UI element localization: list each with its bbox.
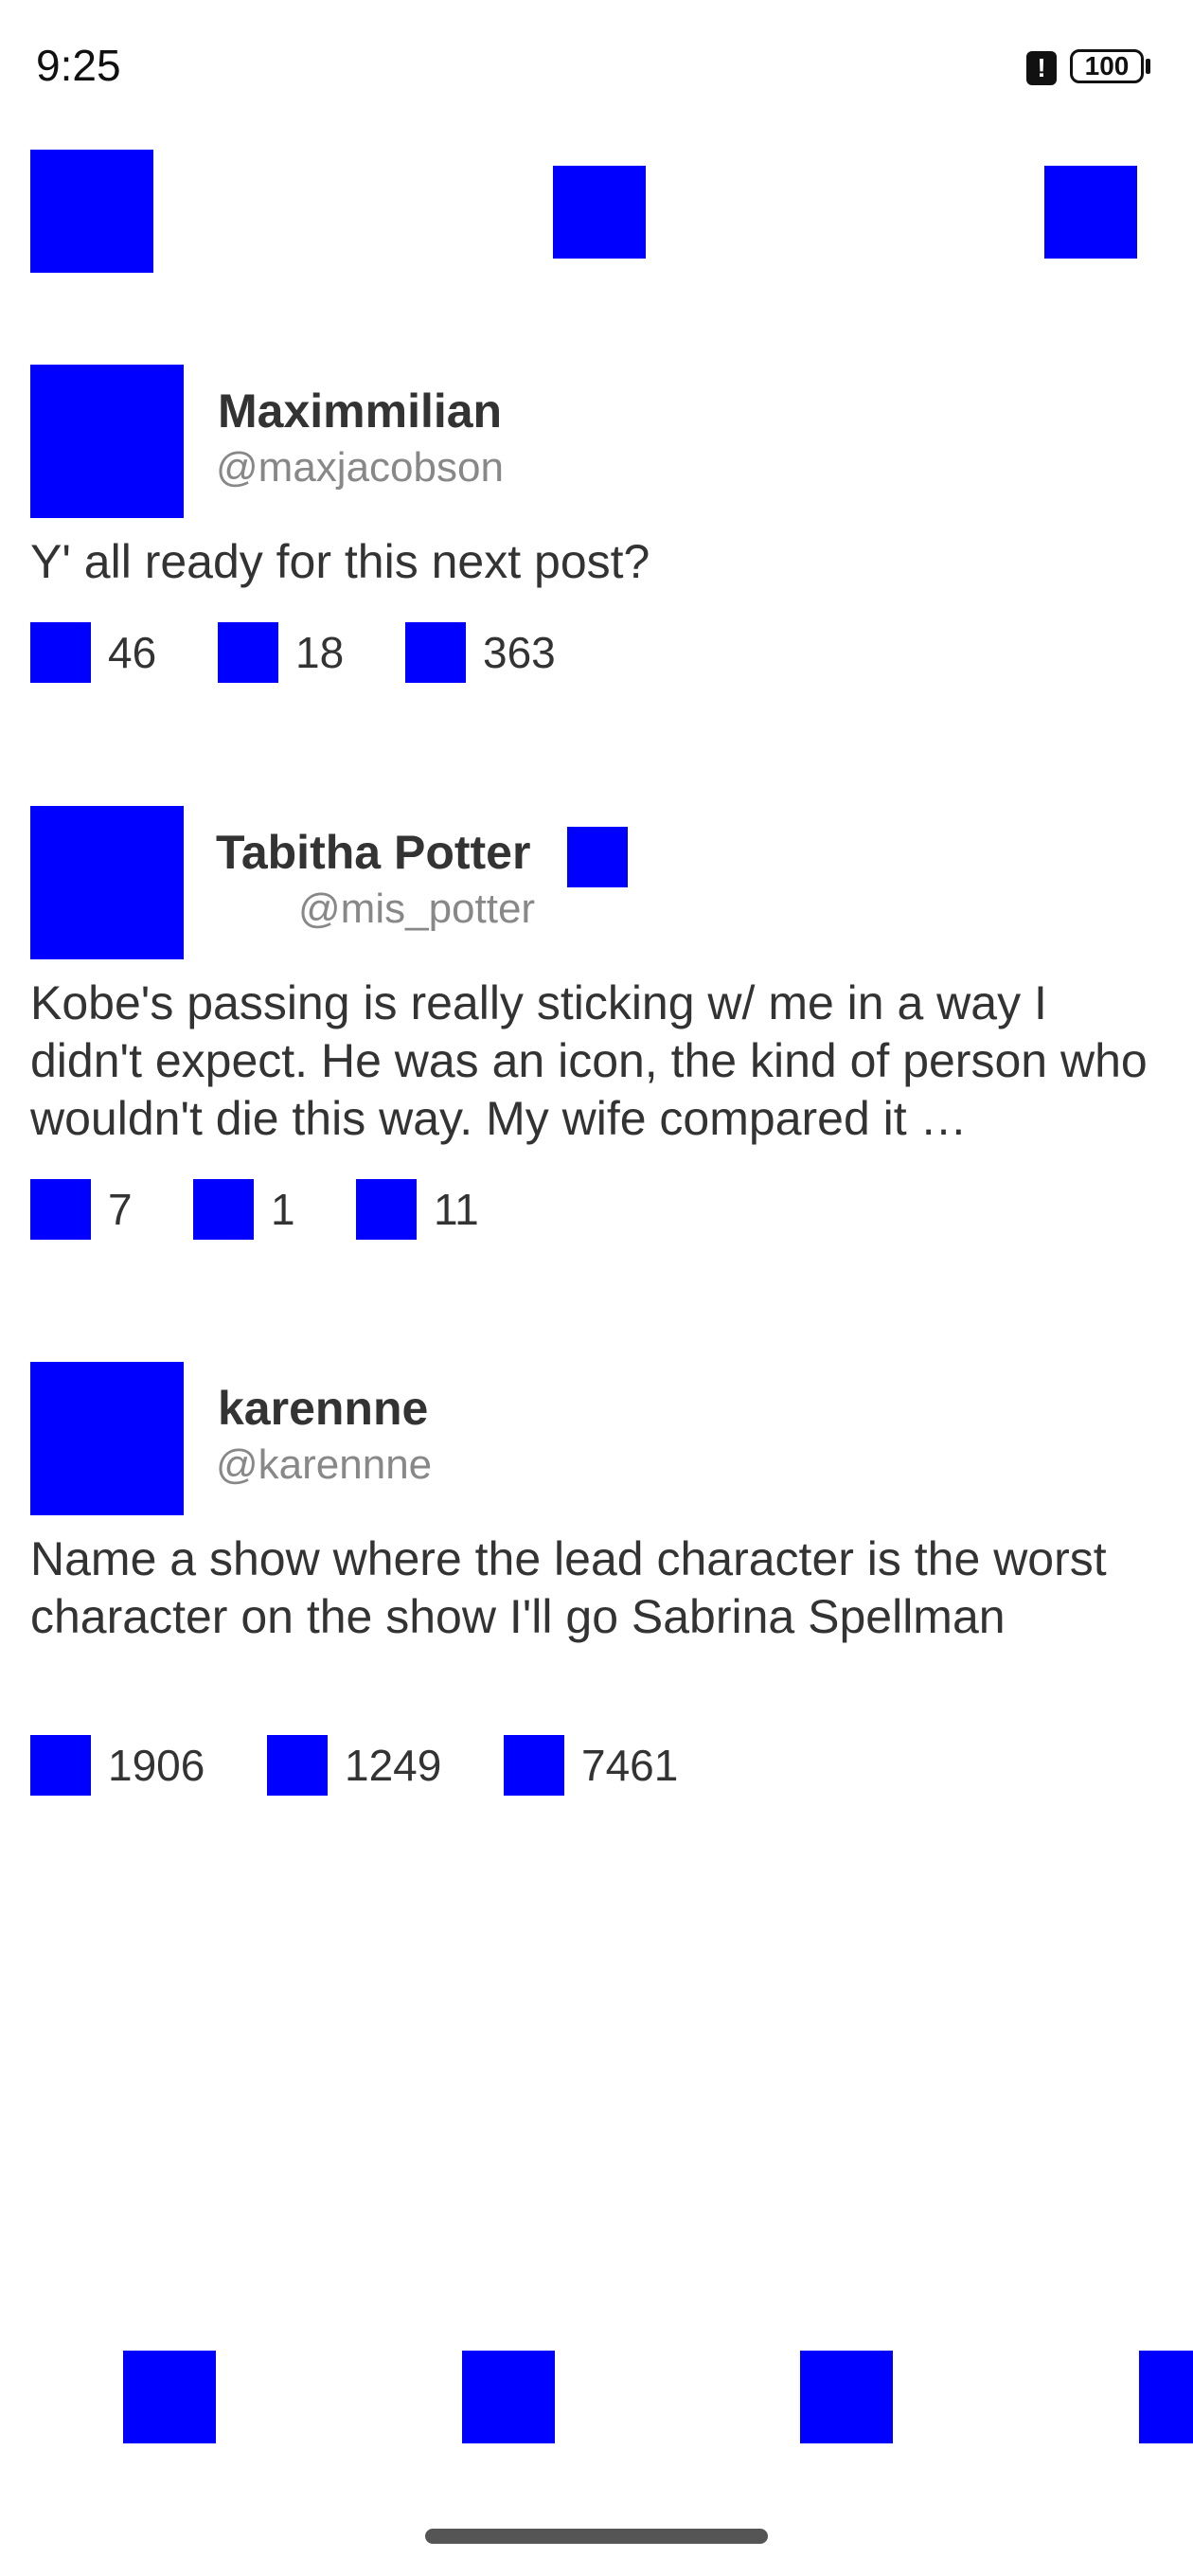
post-text: Name a show where the lead character is …: [30, 1532, 1107, 1643]
compose-icon[interactable]: [1044, 166, 1137, 259]
avatar[interactable]: [30, 1362, 184, 1515]
retweet-icon[interactable]: [218, 622, 278, 683]
like-count: 11: [434, 1185, 479, 1234]
battery-tip: [1146, 59, 1150, 74]
alert-icon: !: [1026, 51, 1057, 85]
home-indicator[interactable]: [425, 2529, 768, 2544]
reply-icon[interactable]: [30, 622, 91, 683]
retweet-count: 1: [271, 1185, 295, 1234]
app-logo-icon[interactable]: [553, 166, 646, 259]
reply-count: 7: [108, 1185, 133, 1234]
retweet-count: 1249: [345, 1741, 442, 1790]
reply-icon[interactable]: [30, 1735, 91, 1796]
notifications-icon[interactable]: [800, 2351, 893, 2443]
reply-count: 46: [108, 628, 157, 677]
post-author-name[interactable]: karennne: [218, 1381, 428, 1436]
post-author-name[interactable]: Tabitha Potter: [216, 825, 530, 880]
post-author-handle[interactable]: @karennne: [216, 1441, 432, 1489]
reply-count: 1906: [108, 1741, 205, 1790]
post-card[interactable]: karennne @karennne Name a show where the…: [0, 1362, 1193, 1835]
battery-icon: 100: [1070, 49, 1144, 83]
post-author-name[interactable]: Maximmilian: [218, 384, 502, 438]
verified-badge-icon: [567, 827, 628, 887]
like-icon[interactable]: [405, 622, 466, 683]
retweet-icon[interactable]: [193, 1179, 254, 1240]
post-author-handle[interactable]: @mis_potter: [298, 886, 535, 933]
reply-icon[interactable]: [30, 1179, 91, 1240]
status-time: 9:25: [36, 41, 121, 90]
menu-icon[interactable]: [30, 150, 153, 273]
like-count: 7461: [581, 1741, 679, 1790]
post-author-handle[interactable]: @maxjacobson: [216, 444, 504, 492]
post-text: Kobe's passing is really sticking w/ me …: [30, 976, 1148, 1145]
avatar[interactable]: [30, 806, 184, 959]
retweet-icon[interactable]: [267, 1735, 328, 1796]
avatar[interactable]: [30, 365, 184, 518]
messages-icon[interactable]: [1139, 2351, 1193, 2443]
post-card[interactable]: Tabitha Potter @mis_potter Kobe's passin…: [0, 806, 1193, 1279]
post-text: Y' all ready for this next post?: [30, 535, 650, 588]
like-icon[interactable]: [356, 1179, 417, 1240]
home-icon[interactable]: [123, 2351, 216, 2443]
like-count: 363: [483, 628, 556, 677]
retweet-count: 18: [295, 628, 345, 677]
search-icon[interactable]: [462, 2351, 555, 2443]
like-icon[interactable]: [504, 1735, 564, 1796]
post-card[interactable]: Maximmilian @maxjacobson Y' all ready fo…: [0, 365, 1193, 838]
